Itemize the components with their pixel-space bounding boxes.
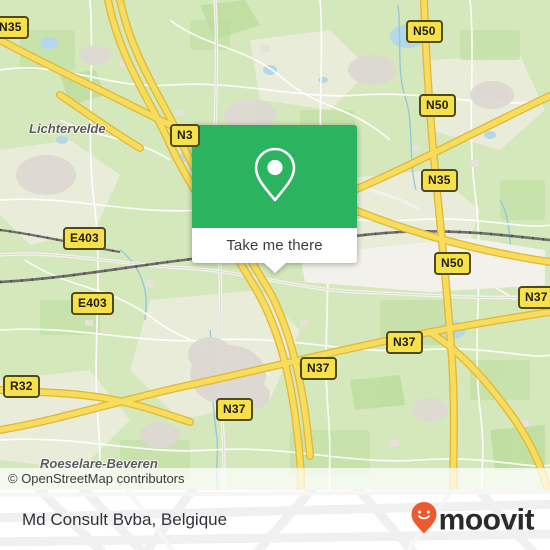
moovit-smiley-pin-icon [410, 501, 438, 540]
road-shield-n37-right: N37 [386, 331, 423, 354]
road-shield-n35-east: N35 [421, 169, 458, 192]
map-canvas[interactable]: Lichtervelde Roeselare-Beveren N35 N50 N… [0, 0, 550, 490]
take-me-there-label: Take me there [226, 237, 323, 254]
location-title: Md Consult Bvba, Belgique [22, 510, 228, 529]
road-shield-e403-upper: E403 [63, 227, 106, 250]
callout-icon-area [192, 125, 357, 228]
map-attribution[interactable]: © OpenStreetMap contributors [0, 468, 550, 490]
take-me-there-callout[interactable]: Take me there [192, 125, 357, 273]
road-shield-n50-upper: N50 [419, 94, 456, 117]
road-shield-n3-behind-card: N3 [170, 124, 200, 147]
moovit-location-card: Lichtervelde Roeselare-Beveren N35 N50 N… [0, 0, 550, 550]
road-shield-n50-north: N50 [406, 20, 443, 43]
callout-action-area[interactable]: Take me there [192, 228, 357, 273]
road-shield-n50-mid: N50 [434, 252, 471, 275]
callout-pointer-tail [263, 263, 286, 273]
road-shield-n37-town: N37 [216, 398, 253, 421]
road-shield-n37-east: N37 [518, 286, 550, 309]
road-shield-r32: R32 [3, 375, 40, 398]
moovit-wordmark: moovit [438, 503, 535, 536]
road-shield-n35-west: N35 [0, 16, 29, 39]
footer-bar: Md Consult Bvba, Belgique moovit [0, 490, 550, 550]
road-shield-n37-center: N37 [300, 357, 337, 380]
road-shield-e403-lower: E403 [71, 292, 114, 315]
moovit-brand-logo[interactable]: moovit [410, 501, 535, 540]
map-pin-icon [252, 146, 298, 208]
place-label-lichtervelde: Lichtervelde [29, 121, 106, 136]
